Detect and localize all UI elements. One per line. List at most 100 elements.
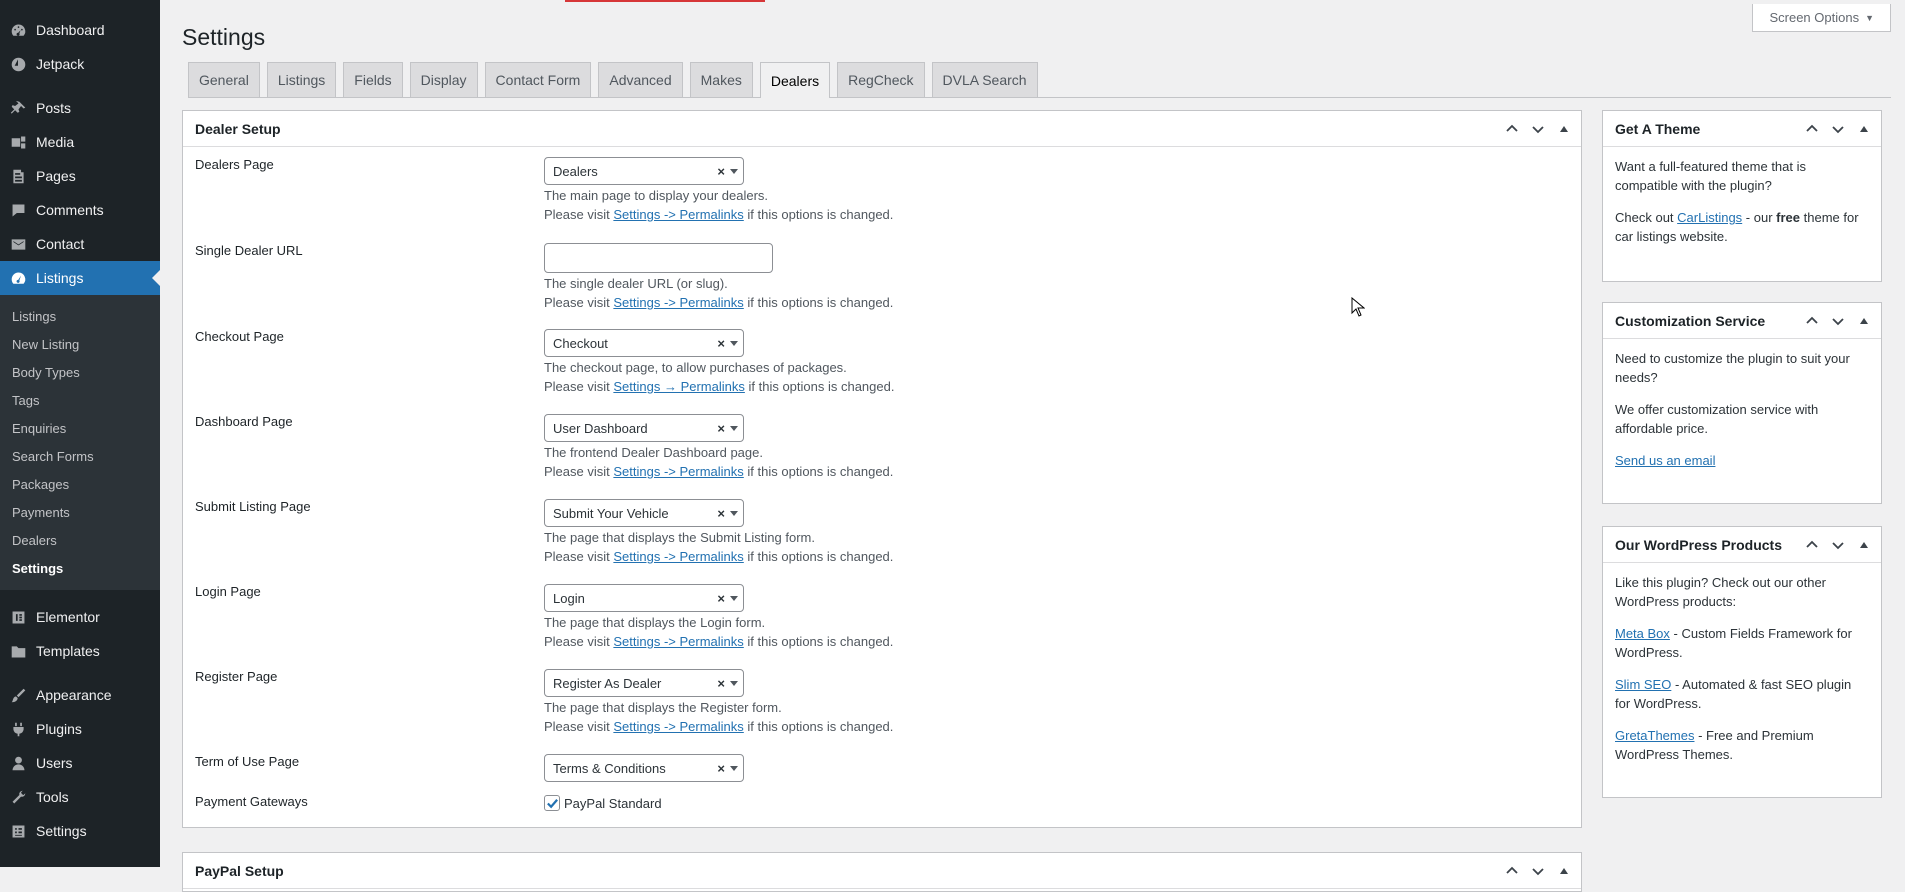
field-description: Please visit Settings -> Permalinks if t… bbox=[544, 464, 894, 479]
submenu-item-body-types[interactable]: Body Types bbox=[0, 358, 160, 386]
meta-box-link[interactable]: Meta Box bbox=[1615, 626, 1670, 641]
menu-elementor[interactable]: Elementor bbox=[0, 600, 160, 634]
chevron-down-icon[interactable] bbox=[1825, 527, 1851, 563]
menu-contact[interactable]: Contact bbox=[0, 227, 160, 261]
chevron-down-icon[interactable] bbox=[1525, 853, 1551, 889]
chevron-down-icon[interactable] bbox=[1525, 111, 1551, 147]
menu-posts[interactable]: Posts bbox=[0, 91, 160, 125]
submenu-item-tags[interactable]: Tags bbox=[0, 386, 160, 414]
submenu-item-enquiries[interactable]: Enquiries bbox=[0, 414, 160, 442]
chevron-down-icon[interactable] bbox=[1825, 303, 1851, 339]
paypal-standard-checkbox[interactable] bbox=[544, 795, 560, 811]
clear-icon[interactable]: × bbox=[717, 676, 725, 691]
menu-pages[interactable]: Pages bbox=[0, 159, 160, 193]
clear-icon[interactable]: × bbox=[717, 336, 725, 351]
gretathemes-link[interactable]: GretaThemes bbox=[1615, 728, 1694, 743]
single-dealer-url-input[interactable] bbox=[544, 243, 773, 273]
panel-text: Like this plugin? Check out our other Wo… bbox=[1615, 575, 1827, 609]
caret-down-icon[interactable] bbox=[730, 681, 738, 686]
collapse-toggle-icon[interactable] bbox=[1851, 527, 1877, 563]
slim-seo-link[interactable]: Slim SEO bbox=[1615, 677, 1671, 692]
permalinks-link[interactable]: Settings -> Permalinks bbox=[613, 295, 743, 310]
submenu-item-packages[interactable]: Packages bbox=[0, 470, 160, 498]
chevron-up-icon[interactable] bbox=[1499, 111, 1525, 147]
collapse-toggle-icon[interactable] bbox=[1551, 111, 1577, 147]
tab-dvla-search[interactable]: DVLA Search bbox=[931, 62, 1038, 97]
chevron-up-icon[interactable] bbox=[1799, 527, 1825, 563]
submit-listing-page-select[interactable]: Submit Your Vehicle × bbox=[544, 499, 744, 527]
menu-dashboard[interactable]: Dashboard bbox=[0, 13, 160, 47]
field-description: Please visit Settings -> Permalinks if t… bbox=[544, 295, 894, 310]
menu-media[interactable]: Media bbox=[0, 125, 160, 159]
collapse-toggle-icon[interactable] bbox=[1851, 303, 1877, 339]
menu-templates[interactable]: Templates bbox=[0, 634, 160, 668]
menu-label: Comments bbox=[36, 202, 104, 218]
term-of-use-page-select[interactable]: Terms & Conditions × bbox=[544, 754, 744, 782]
caret-down-icon[interactable] bbox=[730, 766, 738, 771]
menu-settings[interactable]: Settings bbox=[0, 814, 160, 848]
screen-options-button[interactable]: Screen Options ▼ bbox=[1752, 4, 1891, 32]
tab-fields[interactable]: Fields bbox=[343, 62, 403, 97]
permalinks-link[interactable]: Settings -> Permalinks bbox=[613, 549, 743, 564]
caret-down-icon[interactable] bbox=[730, 596, 738, 601]
select-value: Submit Your Vehicle bbox=[553, 505, 669, 521]
submenu-item-settings[interactable]: Settings bbox=[0, 554, 160, 582]
permalinks-link[interactable]: Settings → Permalinks bbox=[613, 379, 745, 394]
menu-plugins[interactable]: Plugins bbox=[0, 712, 160, 746]
clear-icon[interactable]: × bbox=[717, 761, 725, 776]
caret-down-icon[interactable] bbox=[730, 511, 738, 516]
menu-tools[interactable]: Tools bbox=[0, 780, 160, 814]
chevron-up-icon[interactable] bbox=[1499, 853, 1525, 889]
submenu-item-listings[interactable]: Listings bbox=[0, 302, 160, 330]
permalinks-link[interactable]: Settings -> Permalinks bbox=[613, 464, 743, 479]
checkout-page-select[interactable]: Checkout × bbox=[544, 329, 744, 357]
chevron-up-icon[interactable] bbox=[1799, 111, 1825, 147]
permalinks-link[interactable]: Settings -> Permalinks bbox=[613, 634, 743, 649]
collapse-toggle-icon[interactable] bbox=[1551, 853, 1577, 889]
clear-icon[interactable]: × bbox=[717, 164, 725, 179]
tab-regcheck[interactable]: RegCheck bbox=[837, 62, 925, 97]
chevron-up-icon[interactable] bbox=[1799, 303, 1825, 339]
tab-advanced[interactable]: Advanced bbox=[598, 62, 683, 97]
permalinks-link[interactable]: Settings -> Permalinks bbox=[613, 207, 743, 222]
paypal-setup-panel: PayPal Setup bbox=[182, 852, 1582, 892]
register-page-select[interactable]: Register As Dealer × bbox=[544, 669, 744, 697]
menu-appearance[interactable]: Appearance bbox=[0, 678, 160, 712]
tab-general[interactable]: General bbox=[188, 62, 260, 97]
submenu-item-dealers[interactable]: Dealers bbox=[0, 526, 160, 554]
clear-icon[interactable]: × bbox=[717, 591, 725, 606]
clear-icon[interactable]: × bbox=[717, 506, 725, 521]
caret-down-icon[interactable] bbox=[730, 169, 738, 174]
field-description: The single dealer URL (or slug). bbox=[544, 276, 728, 291]
caret-down-icon[interactable] bbox=[730, 426, 738, 431]
menu-comments[interactable]: Comments bbox=[0, 193, 160, 227]
tab-makes[interactable]: Makes bbox=[689, 62, 753, 97]
tab-display[interactable]: Display bbox=[409, 62, 478, 97]
select-value: User Dashboard bbox=[553, 420, 648, 436]
tab-listings[interactable]: Listings bbox=[266, 62, 337, 97]
paypal-standard-option[interactable]: PayPal Standard bbox=[544, 795, 662, 811]
login-page-select[interactable]: Login × bbox=[544, 584, 744, 612]
menu-jetpack[interactable]: Jetpack bbox=[0, 47, 160, 81]
chevron-down-icon[interactable] bbox=[1825, 111, 1851, 147]
submenu-item-new-listing[interactable]: New Listing bbox=[0, 330, 160, 358]
menu-listings[interactable]: Listings bbox=[0, 261, 160, 295]
clear-icon[interactable]: × bbox=[717, 421, 725, 436]
media-icon bbox=[9, 133, 27, 151]
carlistings-link[interactable]: CarListings bbox=[1677, 210, 1742, 225]
dealers-page-select[interactable]: Dealers × bbox=[544, 157, 744, 185]
tab-contact-form[interactable]: Contact Form bbox=[484, 62, 592, 97]
caret-down-icon[interactable] bbox=[730, 341, 738, 346]
settings-icon bbox=[9, 822, 27, 840]
menu-users[interactable]: Users bbox=[0, 746, 160, 780]
menu-label: Posts bbox=[36, 100, 72, 116]
dashboard-page-select[interactable]: User Dashboard × bbox=[544, 414, 744, 442]
submenu-item-search-forms[interactable]: Search Forms bbox=[0, 442, 160, 470]
tab-dealers[interactable]: Dealers bbox=[759, 62, 831, 98]
collapse-toggle-icon[interactable] bbox=[1851, 111, 1877, 147]
field-description: The page that displays the Login form. bbox=[544, 615, 766, 630]
permalinks-link[interactable]: Settings -> Permalinks bbox=[613, 719, 743, 734]
send-email-link[interactable]: Send us an email bbox=[1615, 453, 1715, 468]
submenu-item-payments[interactable]: Payments bbox=[0, 498, 160, 526]
checkbox-label: PayPal Standard bbox=[564, 795, 662, 811]
